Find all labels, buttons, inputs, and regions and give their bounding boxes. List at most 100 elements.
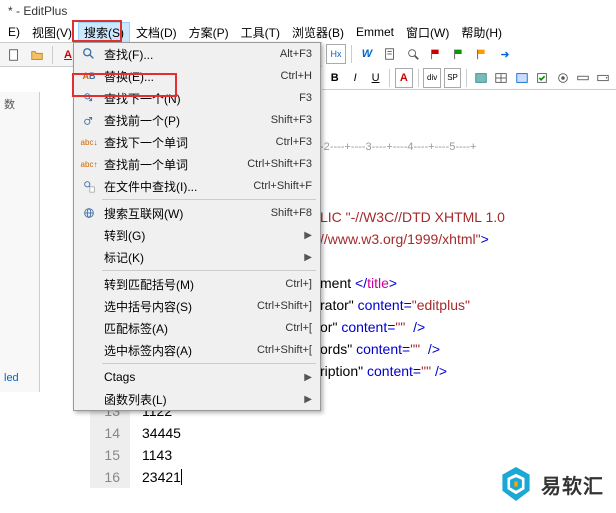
menu-item[interactable]: 查找(F)...Alt+F3 bbox=[74, 43, 320, 65]
tool-radio-icon[interactable] bbox=[554, 68, 571, 88]
separator bbox=[389, 69, 390, 87]
menu-item[interactable]: 转到(G)▶ bbox=[74, 224, 320, 246]
menu-window[interactable]: 窗口(W) bbox=[400, 22, 455, 43]
menu-shortcut: Ctrl+] bbox=[285, 278, 312, 290]
menu-item-label: 在文件中查找(I)... bbox=[100, 178, 253, 195]
menu-search[interactable]: 搜索(S) bbox=[78, 22, 130, 43]
menu-shortcut: Shift+F3 bbox=[271, 114, 312, 126]
tool-table-icon[interactable] bbox=[493, 68, 510, 88]
sidebar: 数 led bbox=[0, 92, 40, 392]
menu-item-label: 转到匹配括号(M) bbox=[100, 276, 285, 293]
code-line: ords" content="" /> bbox=[320, 338, 616, 360]
menu-shortcut: Ctrl+Shift+F3 bbox=[247, 158, 312, 170]
tool-form-icon[interactable] bbox=[513, 68, 530, 88]
menu-shortcut: Ctrl+Shift+] bbox=[257, 300, 312, 312]
menu-project[interactable]: 方案(P) bbox=[183, 22, 235, 43]
menu-item-label: 匹配标签(A) bbox=[100, 320, 285, 337]
menu-browser[interactable]: 浏览器(B) bbox=[286, 22, 350, 43]
line-number: 14 bbox=[90, 422, 130, 444]
menu-item-label: 查找下一个(N) bbox=[100, 90, 299, 107]
logo-text: 易软汇 bbox=[541, 470, 604, 499]
menu-item[interactable]: 查找下一个(N)F3 bbox=[74, 87, 320, 109]
menu-separator bbox=[102, 363, 316, 364]
code-line: LIC "-//W3C//DTD XHTML 1.0 bbox=[320, 206, 616, 228]
menu-separator bbox=[102, 270, 316, 271]
menu-view[interactable]: 视图(V) bbox=[26, 22, 78, 43]
line-number: 16 bbox=[90, 466, 130, 488]
menu-emmet[interactable]: Emmet bbox=[350, 23, 400, 41]
menu-item[interactable]: 匹配标签(A)Ctrl+[ bbox=[74, 317, 320, 339]
tool-arrow-icon[interactable]: ➜ bbox=[495, 44, 515, 64]
menu-item[interactable]: abc↑查找前一个单词Ctrl+Shift+F3 bbox=[74, 153, 320, 175]
menu-item-label: 函数列表(L) bbox=[100, 391, 304, 408]
window-title: * - EditPlus bbox=[8, 4, 67, 18]
tool-search-icon[interactable] bbox=[403, 44, 423, 64]
menu-item[interactable]: 选中标签内容(A)Ctrl+Shift+[ bbox=[74, 339, 320, 361]
tool-open-icon[interactable] bbox=[27, 45, 47, 65]
search-icon bbox=[78, 47, 100, 61]
globe-icon bbox=[78, 206, 100, 220]
menu-item[interactable]: Ctags▶ bbox=[74, 366, 320, 388]
line-text: 34445 bbox=[130, 422, 181, 444]
menu-item[interactable]: AB替换(E)...Ctrl+H bbox=[74, 65, 320, 87]
menu-item[interactable]: 标记(K)▶ bbox=[74, 246, 320, 268]
tool-doc-icon[interactable] bbox=[380, 44, 400, 64]
code-line bbox=[320, 250, 616, 272]
search-menu-dropdown: 查找(F)...Alt+F3AB替换(E)...Ctrl+H查找下一个(N)F3… bbox=[73, 42, 321, 411]
menu-shortcut: Ctrl+[ bbox=[285, 322, 312, 334]
tool-bold-icon[interactable]: B bbox=[326, 68, 343, 88]
menu-separator bbox=[102, 199, 316, 200]
menu-item-label: 选中标签内容(A) bbox=[100, 342, 257, 359]
menu-item-label: 查找下一个单词 bbox=[100, 134, 276, 151]
tool-input-icon[interactable] bbox=[574, 68, 591, 88]
text-cursor bbox=[181, 469, 182, 485]
menu-e[interactable]: E) bbox=[2, 23, 26, 41]
submenu-arrow-icon: ▶ bbox=[304, 230, 312, 241]
editor-line: 1623421 bbox=[90, 466, 182, 488]
menu-help[interactable]: 帮助(H) bbox=[455, 22, 508, 43]
tool-underline-icon[interactable]: U bbox=[367, 68, 384, 88]
sidebar-item: led bbox=[4, 372, 35, 384]
tool-img-icon[interactable] bbox=[472, 68, 489, 88]
logo-badge-icon bbox=[499, 465, 533, 503]
menu-item-label: 搜索互联网(W) bbox=[100, 205, 271, 222]
tool-flag3-icon[interactable] bbox=[472, 44, 492, 64]
line-text: 1143 bbox=[130, 444, 172, 466]
menu-item[interactable]: abc↓查找下一个单词Ctrl+F3 bbox=[74, 131, 320, 153]
tool-flag-icon[interactable] bbox=[426, 44, 446, 64]
menu-item[interactable]: 搜索互联网(W)Shift+F8 bbox=[74, 202, 320, 224]
tool-select-icon[interactable] bbox=[595, 68, 612, 88]
tool-w-icon[interactable]: W bbox=[357, 44, 377, 64]
editor-line: 151143 bbox=[90, 444, 182, 466]
menu-document[interactable]: 文档(D) bbox=[130, 22, 183, 43]
word-up-icon: abc↑ bbox=[78, 160, 100, 169]
menu-item[interactable]: 在文件中查找(I)...Ctrl+Shift+F bbox=[74, 175, 320, 197]
menu-item-label: Ctags bbox=[100, 370, 304, 384]
window-titlebar: * - EditPlus bbox=[0, 0, 616, 22]
separator bbox=[418, 69, 419, 87]
menu-item[interactable]: 选中括号内容(S)Ctrl+Shift+] bbox=[74, 295, 320, 317]
code-editor[interactable]: -2----+----3----+----4----+----5----+ LI… bbox=[320, 92, 616, 404]
menu-item-label: 查找前一个(P) bbox=[100, 112, 271, 129]
tool-hx-icon[interactable]: Hx bbox=[326, 44, 346, 64]
menu-item[interactable]: 查找前一个(P)Shift+F3 bbox=[74, 109, 320, 131]
tool-check-icon[interactable] bbox=[533, 68, 550, 88]
editor-line: 1434445 bbox=[90, 422, 182, 444]
tool-a-icon[interactable]: A bbox=[395, 68, 412, 88]
line-gutter-area[interactable]: 13112214344451511431623421 bbox=[90, 400, 182, 488]
menu-item-label: 查找前一个单词 bbox=[100, 156, 247, 173]
tool-sp-icon[interactable]: SP bbox=[444, 68, 461, 88]
code-line: ment </title> bbox=[320, 272, 616, 294]
menu-tools[interactable]: 工具(T) bbox=[235, 22, 286, 43]
tool-div-icon[interactable]: div bbox=[423, 68, 440, 88]
replace-icon: AB bbox=[78, 71, 100, 81]
line-text: 23421 bbox=[130, 466, 182, 488]
tool-new-icon[interactable] bbox=[4, 45, 24, 65]
menu-item-label: 标记(K) bbox=[100, 249, 304, 266]
menu-shortcut: Ctrl+F3 bbox=[276, 136, 312, 148]
menu-item[interactable]: 转到匹配括号(M)Ctrl+] bbox=[74, 273, 320, 295]
separator bbox=[52, 46, 53, 64]
menu-item[interactable]: 函数列表(L)▶ bbox=[74, 388, 320, 410]
tool-italic-icon[interactable]: I bbox=[346, 68, 363, 88]
tool-flag2-icon[interactable] bbox=[449, 44, 469, 64]
